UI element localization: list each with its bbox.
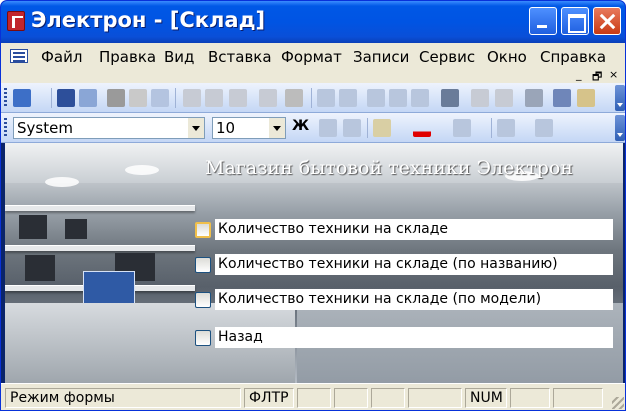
font-name-value: System xyxy=(17,119,73,137)
menu-bar: Файл Правка Вид Вставка Формат Записи Се… xyxy=(1,43,625,83)
menu-tools[interactable]: Сервис xyxy=(417,48,477,66)
menu-format[interactable]: Формат xyxy=(279,48,344,66)
status-bar: Режим формы ФЛТР NUM xyxy=(1,383,625,410)
paste-icon[interactable] xyxy=(229,89,247,107)
menu-records[interactable]: Записи xyxy=(351,48,411,66)
standard-toolbar xyxy=(1,83,625,113)
option-checkbox[interactable] xyxy=(195,257,211,273)
mdi-minimize-button[interactable]: _ xyxy=(576,68,582,81)
toolbar-separator xyxy=(51,88,52,108)
menu-file[interactable]: Файл xyxy=(39,48,84,66)
status-filter: ФЛТР xyxy=(244,388,294,408)
database-window-icon[interactable] xyxy=(553,89,571,107)
save-icon[interactable] xyxy=(57,89,75,107)
find-icon[interactable] xyxy=(441,89,459,107)
toolbar-grip[interactable] xyxy=(4,88,7,108)
undo-icon[interactable] xyxy=(259,89,277,107)
status-panel xyxy=(371,388,405,408)
align-center-icon[interactable] xyxy=(343,119,361,137)
hyperlink-icon[interactable] xyxy=(285,89,303,107)
status-panel xyxy=(408,388,462,408)
new-object-icon[interactable] xyxy=(577,89,595,107)
align-left-icon[interactable] xyxy=(319,119,337,137)
toolbar-separator xyxy=(491,118,492,138)
new-record-icon[interactable] xyxy=(471,89,489,107)
toolbar-separator xyxy=(175,88,176,108)
store-product xyxy=(19,215,47,239)
mdi-close-button[interactable]: × xyxy=(609,68,618,81)
cut-icon[interactable] xyxy=(183,89,201,107)
font-name-select[interactable]: System xyxy=(13,117,205,139)
properties-icon[interactable] xyxy=(525,89,543,107)
spelling-icon[interactable] xyxy=(151,89,169,107)
minimize-button[interactable] xyxy=(529,7,557,35)
font-size-select[interactable]: 10 xyxy=(212,117,286,139)
filter-by-selection-icon[interactable] xyxy=(367,89,385,107)
close-button[interactable] xyxy=(593,7,621,35)
option-stock-by-model[interactable]: Количество техники на складе (по модели) xyxy=(195,289,613,311)
option-checkbox[interactable] xyxy=(195,222,211,238)
copy-icon[interactable] xyxy=(205,89,223,107)
font-size-value: 10 xyxy=(216,119,236,137)
option-checkbox[interactable] xyxy=(195,292,211,308)
filter-by-form-icon[interactable] xyxy=(389,89,407,107)
view-icon[interactable] xyxy=(13,89,31,107)
ceiling-light xyxy=(125,165,159,175)
option-back[interactable]: Назад xyxy=(195,327,613,349)
font-color-icon[interactable] xyxy=(413,119,431,137)
store-shelf xyxy=(5,205,195,211)
line-width-icon[interactable] xyxy=(497,119,515,137)
fill-color-icon[interactable] xyxy=(373,119,391,137)
status-panel xyxy=(297,388,331,408)
option-label[interactable]: Количество техники на складе (по модели) xyxy=(215,289,613,310)
print-preview-icon[interactable] xyxy=(129,89,147,107)
option-label[interactable]: Количество техники на складе xyxy=(215,219,613,240)
bold-button[interactable]: Ж xyxy=(292,118,309,134)
store-form: Магазин бытовой техники Электрон Количес… xyxy=(5,143,623,383)
title-bar[interactable]: Электрон - [Склад] xyxy=(1,1,625,43)
chevron-down-icon[interactable] xyxy=(188,118,204,138)
maximize-button[interactable] xyxy=(561,7,589,35)
toolbar-separator xyxy=(367,118,368,138)
app-window: Электрон - [Склад] Файл Правка Вид Встав… xyxy=(0,0,626,411)
resize-grip-icon[interactable] xyxy=(612,397,624,409)
line-color-icon[interactable] xyxy=(453,119,471,137)
form-title: Магазин бытовой техники Электрон xyxy=(205,157,574,179)
toolbar-options-chevron-icon[interactable] xyxy=(615,115,625,141)
status-panel xyxy=(553,388,603,408)
option-checkbox[interactable] xyxy=(195,330,211,346)
menu-view[interactable]: Вид xyxy=(162,48,196,66)
status-panel xyxy=(334,388,368,408)
store-product xyxy=(65,219,87,239)
sort-ascending-icon[interactable] xyxy=(317,89,335,107)
search-icon[interactable] xyxy=(79,89,97,107)
status-mode: Режим формы xyxy=(5,388,241,408)
window-title: Электрон - [Склад] xyxy=(31,8,266,32)
ceiling-light xyxy=(45,177,79,187)
option-label[interactable]: Назад xyxy=(215,327,613,348)
option-label[interactable]: Количество техники на складе (по названи… xyxy=(215,254,613,275)
delete-record-icon[interactable] xyxy=(495,89,513,107)
store-shelf xyxy=(5,245,195,251)
toolbar-separator xyxy=(311,88,312,108)
sort-descending-icon[interactable] xyxy=(339,89,357,107)
formatting-toolbar: System 10 Ж xyxy=(1,113,625,143)
chevron-down-icon[interactable] xyxy=(269,118,285,138)
print-icon[interactable] xyxy=(107,89,125,107)
status-panel xyxy=(510,388,550,408)
menu-window[interactable]: Окно xyxy=(485,48,529,66)
border-style-icon[interactable] xyxy=(535,119,553,137)
form-document-icon[interactable] xyxy=(10,49,28,63)
toolbar-grip[interactable] xyxy=(4,118,7,138)
store-product xyxy=(25,255,55,281)
option-stock-by-name[interactable]: Количество техники на складе (по названи… xyxy=(195,254,613,276)
option-stock-total[interactable]: Количество техники на складе xyxy=(195,219,613,241)
apply-filter-icon[interactable] xyxy=(411,89,429,107)
menu-insert[interactable]: Вставка xyxy=(206,48,274,66)
menu-help[interactable]: Справка xyxy=(538,48,608,66)
status-num: NUM xyxy=(465,388,507,408)
menu-edit[interactable]: Правка xyxy=(97,48,158,66)
toolbar-options-chevron-icon[interactable] xyxy=(615,85,625,111)
access-app-icon[interactable] xyxy=(7,11,25,31)
